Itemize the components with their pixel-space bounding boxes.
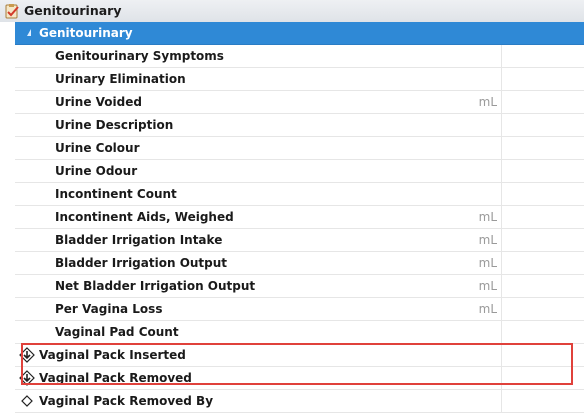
table-row[interactable]: Vaginal Pack Inserted (15, 344, 584, 367)
row-label: Incontinent Count (55, 187, 177, 201)
table-row[interactable]: Urine Voided mL (15, 91, 584, 114)
row-value-cell[interactable] (502, 183, 584, 205)
table-row[interactable]: Incontinent Count (15, 183, 584, 206)
row-unit: mL (478, 210, 497, 224)
row-unit: mL (478, 256, 497, 270)
table-row[interactable]: Urinary Elimination (15, 68, 584, 91)
row-value-cell[interactable] (502, 367, 584, 389)
group-row-genitourinary[interactable]: Genitourinary (15, 22, 584, 45)
row-label: Urine Description (55, 118, 174, 132)
flowsheet-panel: Genitourinary Genitourinary Genitourinar… (0, 0, 584, 413)
row-label-cell[interactable]: Net Bladder Irrigation Output mL (15, 275, 502, 297)
table-row[interactable]: Vaginal Pack Removed By (15, 390, 584, 413)
section-header[interactable]: Genitourinary (0, 0, 584, 23)
table-row[interactable]: Bladder Irrigation Output mL (15, 252, 584, 275)
group-label: Genitourinary (39, 26, 133, 40)
row-value-cell[interactable] (502, 275, 584, 297)
table-row[interactable]: Net Bladder Irrigation Output mL (15, 275, 584, 298)
row-label: Genitourinary Symptoms (55, 49, 224, 63)
row-label-cell[interactable]: Vaginal Pack Inserted (15, 344, 502, 366)
row-label-cell[interactable]: Incontinent Aids, Weighed mL (15, 206, 502, 228)
row-label: Vaginal Pack Removed By (39, 394, 214, 408)
row-label-cell[interactable]: Urine Voided mL (15, 91, 502, 113)
row-label: Net Bladder Irrigation Output (55, 279, 256, 293)
row-label: Per Vagina Loss (55, 302, 163, 316)
row-label-cell[interactable]: Bladder Irrigation Intake mL (15, 229, 502, 251)
row-label-cell[interactable]: Genitourinary Symptoms (15, 45, 502, 67)
diamond-down-arrow-icon (19, 370, 35, 386)
tree-gutter (0, 22, 15, 392)
row-label-cell[interactable]: Vaginal Pack Removed (15, 367, 502, 389)
table-row[interactable]: Per Vagina Loss mL (15, 298, 584, 321)
table-row[interactable]: Urine Colour (15, 137, 584, 160)
row-label: Urine Voided (55, 95, 142, 109)
clipboard-check-icon (5, 4, 19, 19)
row-label-cell[interactable]: Urine Colour (15, 137, 502, 159)
row-unit: mL (478, 279, 497, 293)
row-label: Urine Odour (55, 164, 138, 178)
row-value-cell[interactable] (502, 45, 584, 67)
row-unit: mL (478, 302, 497, 316)
row-value-cell[interactable] (502, 114, 584, 136)
row-value-cell[interactable] (502, 91, 584, 113)
flowsheet-grid: Genitourinary Genitourinary Symptoms Urin… (15, 22, 584, 413)
row-value-cell[interactable] (502, 229, 584, 251)
table-row[interactable]: Urine Description (15, 114, 584, 137)
row-label: Urinary Elimination (55, 72, 186, 86)
row-value-cell[interactable] (502, 298, 584, 320)
row-label-cell[interactable]: Per Vagina Loss mL (15, 298, 502, 320)
row-unit: mL (478, 95, 497, 109)
row-value-cell[interactable] (502, 390, 584, 412)
table-row[interactable]: Bladder Irrigation Intake mL (15, 229, 584, 252)
row-label: Vaginal Pad Count (55, 325, 179, 339)
section-title: Genitourinary (24, 3, 122, 18)
table-row[interactable]: Vaginal Pack Removed (15, 367, 584, 390)
collapse-triangle-icon[interactable] (27, 29, 31, 36)
row-label-cell[interactable]: Vaginal Pack Removed By (15, 390, 502, 412)
row-label: Incontinent Aids, Weighed (55, 210, 234, 224)
row-value-cell[interactable] (502, 137, 584, 159)
row-label-cell[interactable]: Urine Odour (15, 160, 502, 182)
diamond-down-arrow-icon (19, 347, 35, 363)
row-label-cell[interactable]: Bladder Irrigation Output mL (15, 252, 502, 274)
row-label-cell[interactable]: Urinary Elimination (15, 68, 502, 90)
table-row[interactable]: Genitourinary Symptoms (15, 45, 584, 68)
row-label-cell[interactable]: Vaginal Pad Count (15, 321, 502, 343)
row-unit: mL (478, 233, 497, 247)
row-value-cell[interactable] (502, 206, 584, 228)
row-label-cell[interactable]: Urine Description (15, 114, 502, 136)
row-label: Vaginal Pack Removed (39, 371, 192, 385)
table-row[interactable]: Urine Odour (15, 160, 584, 183)
row-value-cell[interactable] (502, 344, 584, 366)
row-label-cell[interactable]: Incontinent Count (15, 183, 502, 205)
row-value-cell[interactable] (502, 321, 584, 343)
row-value-cell[interactable] (502, 68, 584, 90)
row-value-cell[interactable] (502, 160, 584, 182)
row-label: Bladder Irrigation Intake (55, 233, 223, 247)
row-label: Bladder Irrigation Output (55, 256, 228, 270)
row-label: Vaginal Pack Inserted (39, 348, 186, 362)
table-row[interactable]: Incontinent Aids, Weighed mL (15, 206, 584, 229)
table-row[interactable]: Vaginal Pad Count (15, 321, 584, 344)
diamond-outline-icon (21, 395, 33, 407)
row-label: Urine Colour (55, 141, 140, 155)
row-value-cell[interactable] (502, 252, 584, 274)
